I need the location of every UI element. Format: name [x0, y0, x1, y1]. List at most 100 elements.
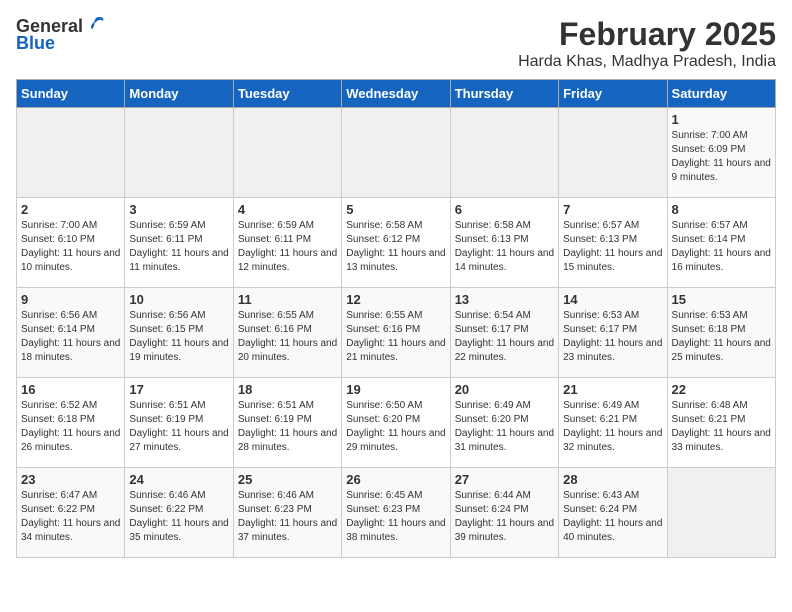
calendar-cell: 9Sunrise: 6:56 AM Sunset: 6:14 PM Daylig…: [17, 288, 125, 378]
calendar-cell: 23 Sunrise: 6:47 AM Sunset: 6:22 PM Dayli…: [17, 468, 125, 558]
day-header-wednesday: Wednesday: [342, 80, 450, 108]
day-info: Sunrise: 6:55 AM Sunset: 6:16 PM Dayligh…: [346, 309, 445, 365]
calendar-cell: [233, 108, 341, 198]
day-info: Sunrise: 6:58 AM Sunset: 6:13 PM Dayligh…: [455, 219, 554, 275]
calendar-cell: 3 Sunrise: 6:59 AM Sunset: 6:11 PM Daylig…: [125, 198, 233, 288]
day-info: Sunrise: 6:49 AM Sunset: 6:21 PM Dayligh…: [563, 399, 662, 455]
day-info: Sunrise: 6:53 AM Sunset: 6:18 PM Dayligh…: [672, 309, 771, 365]
day-number: 12: [346, 292, 445, 307]
calendar-table: SundayMondayTuesdayWednesdayThursdayFrid…: [16, 79, 776, 558]
calendar-cell: [17, 108, 125, 198]
logo: General Blue: [16, 16, 107, 54]
calendar-cell: [450, 108, 558, 198]
calendar-cell: 16 Sunrise: 6:52 AM Sunset: 6:18 PM Dayli…: [17, 378, 125, 468]
calendar-week-row: 23 Sunrise: 6:47 AM Sunset: 6:22 PM Dayli…: [17, 468, 776, 558]
calendar-cell: 22 Sunrise: 6:48 AM Sunset: 6:21 PM Dayli…: [667, 378, 775, 468]
calendar-cell: 19 Sunrise: 6:50 AM Sunset: 6:20 PM Dayli…: [342, 378, 450, 468]
day-number: 4: [238, 202, 337, 217]
calendar-cell: 12 Sunrise: 6:55 AM Sunset: 6:16 PM Dayli…: [342, 288, 450, 378]
calendar-cell: 26 Sunrise: 6:45 AM Sunset: 6:23 PM Dayli…: [342, 468, 450, 558]
day-header-thursday: Thursday: [450, 80, 558, 108]
day-info: Sunrise: 6:47 AM Sunset: 6:22 PM Dayligh…: [21, 489, 120, 545]
day-info: Sunrise: 6:56 AM Sunset: 6:15 PM Dayligh…: [129, 309, 228, 365]
day-number: 20: [455, 382, 554, 397]
day-info: Sunrise: 7:00 AM Sunset: 6:09 PM Dayligh…: [672, 129, 771, 185]
calendar-cell: [667, 468, 775, 558]
day-number: 25: [238, 472, 337, 487]
calendar-cell: 4 Sunrise: 6:59 AM Sunset: 6:11 PM Daylig…: [233, 198, 341, 288]
day-number: 26: [346, 472, 445, 487]
day-number: 16: [21, 382, 120, 397]
day-header-monday: Monday: [125, 80, 233, 108]
day-number: 21: [563, 382, 662, 397]
day-number: 19: [346, 382, 445, 397]
calendar-week-row: 2 Sunrise: 7:00 AM Sunset: 6:10 PM Daylig…: [17, 198, 776, 288]
day-number: 28: [563, 472, 662, 487]
calendar-cell: 7Sunrise: 6:57 AM Sunset: 6:13 PM Daylig…: [559, 198, 667, 288]
calendar-header-row: SundayMondayTuesdayWednesdayThursdayFrid…: [17, 80, 776, 108]
calendar-cell: 25 Sunrise: 6:46 AM Sunset: 6:23 PM Dayli…: [233, 468, 341, 558]
calendar-cell: 8Sunrise: 6:57 AM Sunset: 6:14 PM Daylig…: [667, 198, 775, 288]
day-info: Sunrise: 6:58 AM Sunset: 6:12 PM Dayligh…: [346, 219, 445, 275]
day-info: Sunrise: 6:59 AM Sunset: 6:11 PM Dayligh…: [129, 219, 228, 275]
day-header-friday: Friday: [559, 80, 667, 108]
calendar-cell: 10 Sunrise: 6:56 AM Sunset: 6:15 PM Dayli…: [125, 288, 233, 378]
calendar-subtitle: Harda Khas, Madhya Pradesh, India: [518, 53, 776, 71]
day-info: Sunrise: 6:59 AM Sunset: 6:11 PM Dayligh…: [238, 219, 337, 275]
day-info: Sunrise: 6:46 AM Sunset: 6:22 PM Dayligh…: [129, 489, 228, 545]
day-number: 8: [672, 202, 771, 217]
day-number: 2: [21, 202, 120, 217]
day-number: 18: [238, 382, 337, 397]
day-header-saturday: Saturday: [667, 80, 775, 108]
day-number: 14: [563, 292, 662, 307]
day-number: 5: [346, 202, 445, 217]
day-number: 22: [672, 382, 771, 397]
day-info: Sunrise: 6:57 AM Sunset: 6:13 PM Dayligh…: [563, 219, 662, 275]
page-header: General Blue February 2025 Harda Khas, M…: [16, 16, 776, 71]
calendar-cell: 5 Sunrise: 6:58 AM Sunset: 6:12 PM Daylig…: [342, 198, 450, 288]
calendar-cell: 24 Sunrise: 6:46 AM Sunset: 6:22 PM Dayli…: [125, 468, 233, 558]
calendar-cell: 6 Sunrise: 6:58 AM Sunset: 6:13 PM Daylig…: [450, 198, 558, 288]
day-number: 24: [129, 472, 228, 487]
day-info: Sunrise: 6:51 AM Sunset: 6:19 PM Dayligh…: [238, 399, 337, 455]
calendar-week-row: 1Sunrise: 7:00 AM Sunset: 6:09 PM Daylig…: [17, 108, 776, 198]
day-info: Sunrise: 7:00 AM Sunset: 6:10 PM Dayligh…: [21, 219, 120, 275]
day-info: Sunrise: 6:49 AM Sunset: 6:20 PM Dayligh…: [455, 399, 554, 455]
calendar-cell: [559, 108, 667, 198]
day-number: 15: [672, 292, 771, 307]
day-header-sunday: Sunday: [17, 80, 125, 108]
day-number: 10: [129, 292, 228, 307]
day-info: Sunrise: 6:53 AM Sunset: 6:17 PM Dayligh…: [563, 309, 662, 365]
day-info: Sunrise: 6:48 AM Sunset: 6:21 PM Dayligh…: [672, 399, 771, 455]
calendar-cell: [342, 108, 450, 198]
day-info: Sunrise: 6:45 AM Sunset: 6:23 PM Dayligh…: [346, 489, 445, 545]
calendar-title-area: February 2025 Harda Khas, Madhya Pradesh…: [518, 16, 776, 71]
calendar-cell: 21 Sunrise: 6:49 AM Sunset: 6:21 PM Dayli…: [559, 378, 667, 468]
logo-blue-text: Blue: [16, 33, 55, 54]
day-info: Sunrise: 6:56 AM Sunset: 6:14 PM Dayligh…: [21, 309, 120, 365]
day-number: 6: [455, 202, 554, 217]
calendar-cell: 18 Sunrise: 6:51 AM Sunset: 6:19 PM Dayli…: [233, 378, 341, 468]
day-number: 13: [455, 292, 554, 307]
day-info: Sunrise: 6:46 AM Sunset: 6:23 PM Dayligh…: [238, 489, 337, 545]
day-info: Sunrise: 6:50 AM Sunset: 6:20 PM Dayligh…: [346, 399, 445, 455]
day-info: Sunrise: 6:55 AM Sunset: 6:16 PM Dayligh…: [238, 309, 337, 365]
calendar-cell: 15 Sunrise: 6:53 AM Sunset: 6:18 PM Dayli…: [667, 288, 775, 378]
logo-bird-icon: [85, 14, 107, 36]
day-info: Sunrise: 6:52 AM Sunset: 6:18 PM Dayligh…: [21, 399, 120, 455]
day-number: 23: [21, 472, 120, 487]
day-number: 3: [129, 202, 228, 217]
calendar-cell: 27 Sunrise: 6:44 AM Sunset: 6:24 PM Dayli…: [450, 468, 558, 558]
day-info: Sunrise: 6:44 AM Sunset: 6:24 PM Dayligh…: [455, 489, 554, 545]
calendar-cell: 13 Sunrise: 6:54 AM Sunset: 6:17 PM Dayli…: [450, 288, 558, 378]
calendar-cell: 17Sunrise: 6:51 AM Sunset: 6:19 PM Dayli…: [125, 378, 233, 468]
day-info: Sunrise: 6:54 AM Sunset: 6:17 PM Dayligh…: [455, 309, 554, 365]
day-number: 27: [455, 472, 554, 487]
calendar-week-row: 9Sunrise: 6:56 AM Sunset: 6:14 PM Daylig…: [17, 288, 776, 378]
calendar-cell: 14 Sunrise: 6:53 AM Sunset: 6:17 PM Dayli…: [559, 288, 667, 378]
calendar-cell: 1Sunrise: 7:00 AM Sunset: 6:09 PM Daylig…: [667, 108, 775, 198]
day-number: 17: [129, 382, 228, 397]
calendar-cell: 2 Sunrise: 7:00 AM Sunset: 6:10 PM Daylig…: [17, 198, 125, 288]
calendar-title: February 2025: [518, 16, 776, 53]
day-number: 11: [238, 292, 337, 307]
